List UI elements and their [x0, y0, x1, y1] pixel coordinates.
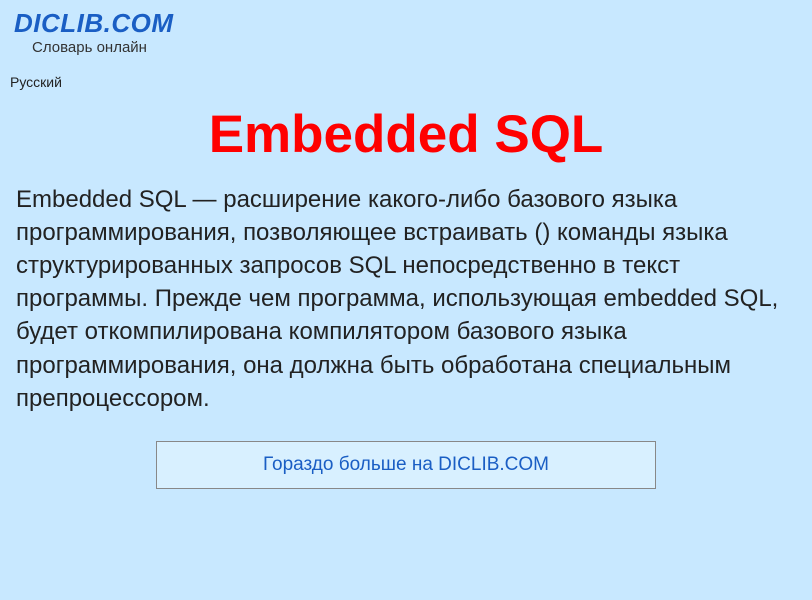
language-selector[interactable]: Русский — [10, 74, 812, 90]
main-content: Embedded SQL Embedded SQL — расширение к… — [0, 90, 812, 499]
site-subtitle: Словарь онлайн — [32, 39, 798, 56]
page-title: Embedded SQL — [16, 104, 796, 165]
cta-label: Гораздо больше на DICLIB.COM — [263, 454, 549, 475]
site-title[interactable]: DICLIB.COM — [14, 8, 798, 39]
header: DICLIB.COM Словарь онлайн — [0, 0, 812, 60]
article-body: Embedded SQL — расширение какого-либо ба… — [16, 183, 796, 415]
cta-box[interactable]: Гораздо больше на DICLIB.COM — [156, 441, 656, 489]
